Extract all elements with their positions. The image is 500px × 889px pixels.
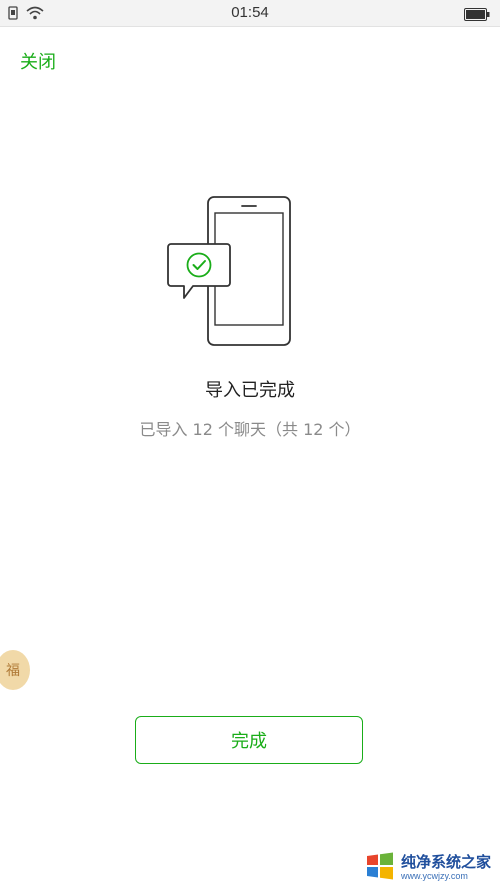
status-bar: 01:54 [0, 0, 500, 27]
battery-icon [464, 6, 490, 25]
watermark-url: www.ycwjzy.com [401, 871, 468, 881]
import-complete-illustration [160, 190, 300, 355]
done-button[interactable]: 完成 [135, 716, 363, 764]
close-button[interactable]: 关闭 [20, 48, 56, 74]
watermark-title: 纯净系统之家 [401, 853, 492, 871]
fu-sticker-label: 福 [6, 663, 20, 679]
fu-sticker[interactable]: 福 [0, 650, 30, 690]
windows-logo-icon [365, 852, 395, 884]
status-time: 01:54 [231, 4, 269, 21]
watermark-text: 纯净系统之家 www.ycwjzy.com [401, 855, 491, 881]
watermark: 纯净系统之家 www.ycwjzy.com [365, 852, 491, 884]
result-title: 导入已完成 [205, 380, 295, 401]
result-subtitle: 已导入 12 个聊天（共 12 个） [139, 420, 361, 439]
